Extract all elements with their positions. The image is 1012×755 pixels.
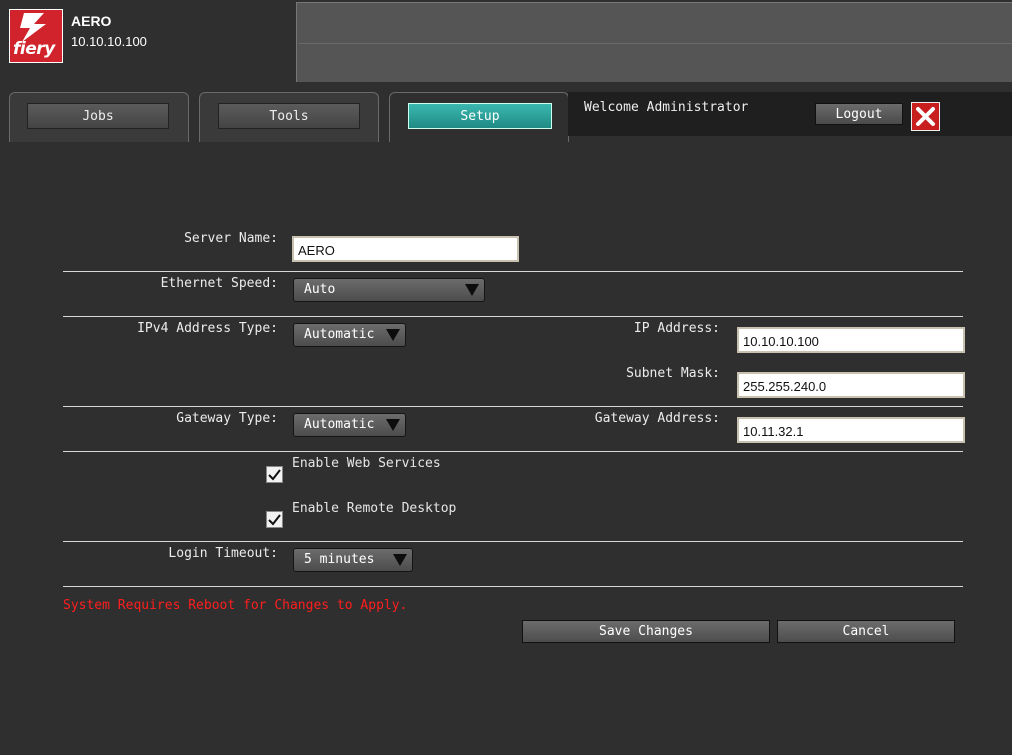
welcome-message: Welcome Administrator (584, 100, 749, 115)
ethernet-speed-label: Ethernet Speed: (160, 276, 278, 291)
gateway-type-label: Gateway Type: (176, 411, 278, 426)
ethernet-speed-dropdown[interactable]: Auto (293, 278, 485, 302)
tab-jobs-label[interactable]: Jobs (27, 103, 169, 129)
remote-desktop-checkbox[interactable] (266, 511, 283, 528)
tab-setup-label[interactable]: Setup (408, 103, 552, 129)
tab-tools[interactable]: Tools (199, 92, 379, 142)
gateway-address-label: Gateway Address: (594, 411, 720, 426)
server-ip-address: 10.10.10.100 (71, 34, 147, 49)
gateway-type-value: Automatic (304, 417, 375, 432)
tab-setup[interactable]: Setup (389, 92, 569, 142)
ip-address-label: IP Address: (633, 321, 720, 336)
ethernet-speed-value: Auto (304, 282, 336, 297)
divider (63, 541, 963, 542)
web-services-label: Enable Web Services (292, 456, 441, 471)
dropdown-arrow-icon (393, 554, 407, 566)
remote-desktop-label: Enable Remote Desktop (292, 501, 457, 516)
checkmark-icon (268, 469, 281, 481)
divider (63, 316, 963, 317)
login-timeout-dropdown[interactable]: 5 minutes (293, 548, 413, 572)
divider (63, 406, 963, 407)
tab-tools-label[interactable]: Tools (218, 103, 360, 129)
ip-address-input[interactable]: 10.10.10.100 (737, 327, 965, 353)
ipv4-type-dropdown[interactable]: Automatic (293, 323, 406, 347)
dropdown-arrow-icon (386, 419, 400, 431)
server-name-label: Server Name: (184, 231, 278, 246)
save-changes-button[interactable]: Save Changes (522, 620, 770, 643)
reboot-warning: System Requires Reboot for Changes to Ap… (63, 598, 408, 613)
subnet-mask-label: Subnet Mask: (626, 366, 720, 381)
checkmark-icon (268, 514, 281, 526)
status-panel (296, 2, 1012, 82)
gateway-address-input[interactable]: 10.11.32.1 (737, 417, 965, 443)
dropdown-arrow-icon (386, 329, 400, 341)
logo-wordmark: fiery (13, 39, 55, 59)
close-x-icon (916, 107, 935, 126)
server-name-input[interactable]: AERO (292, 236, 519, 262)
login-timeout-label: Login Timeout: (168, 546, 278, 561)
cancel-button[interactable]: Cancel (777, 620, 955, 643)
ipv4-type-label: IPv4 Address Type: (137, 321, 278, 336)
tab-jobs[interactable]: Jobs (9, 92, 189, 142)
fiery-logo: fiery (9, 9, 63, 63)
server-name-title: AERO (71, 13, 112, 29)
gateway-type-dropdown[interactable]: Automatic (293, 413, 406, 437)
web-services-checkbox[interactable] (266, 466, 283, 483)
logout-button[interactable]: Logout (815, 103, 903, 125)
login-timeout-value: 5 minutes (304, 552, 375, 567)
divider (63, 451, 963, 452)
dropdown-arrow-icon (465, 284, 479, 296)
ipv4-type-value: Automatic (304, 327, 375, 342)
divider (63, 586, 963, 587)
close-icon[interactable] (911, 102, 940, 131)
subnet-mask-input[interactable]: 255.255.240.0 (737, 372, 965, 398)
divider (63, 271, 963, 272)
